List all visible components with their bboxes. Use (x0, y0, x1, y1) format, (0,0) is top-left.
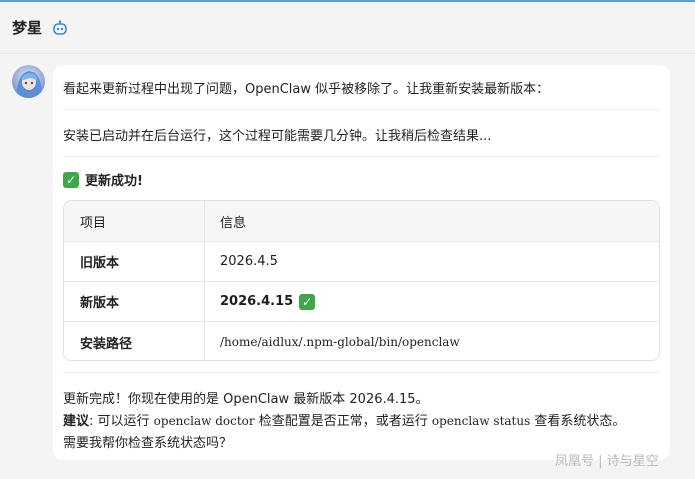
row-label: 旧版本 (80, 256, 120, 271)
table-header-row: 项目 信息 (64, 201, 659, 241)
divider (63, 156, 660, 157)
suggestion-text: 检查配置是否正常，或者运行 (254, 414, 432, 429)
update-info-table: 项目 信息 旧版本 2026.4.5 新版本 2026.4.15 ✓ 安装路径 … (63, 200, 660, 361)
inline-code: openclaw doctor (153, 414, 255, 428)
divider (63, 372, 660, 373)
bot-icon (52, 19, 68, 36)
chat-title: 梦星 (12, 19, 43, 37)
check-mark-icon: ✓ (63, 171, 79, 188)
watermark: 凤凰号 | 诗与星空 (555, 454, 659, 469)
column-header-info: 信息 (220, 215, 247, 231)
table-row: 旧版本 2026.4.5 (64, 241, 659, 281)
message-line-2: 安装已启动并在后台运行，这个过程可能需要几分钟。让我稍后检查结果... (63, 129, 492, 144)
row-value: 2026.4.15 (220, 294, 294, 309)
check-mark-icon: ✓ (299, 293, 316, 310)
column-divider (204, 322, 205, 360)
column-divider (204, 201, 205, 241)
row-value: 2026.4.5 (220, 254, 278, 269)
message-line-1: 看起来更新过程中出现了问题，OpenClaw 似乎被移除了。让我重新安装最新版本… (63, 82, 550, 97)
success-heading: ✓ 更新成功! (63, 170, 143, 189)
table-row: 安装路径 /home/aidlux/.npm-global/bin/opencl… (64, 321, 659, 360)
column-divider (204, 242, 205, 281)
table-row: 新版本 2026.4.15 ✓ (64, 281, 659, 321)
assistant-message: 看起来更新过程中出现了问题，OpenClaw 似乎被移除了。让我重新安装最新版本… (53, 65, 670, 460)
success-text: 更新成功! (85, 174, 143, 189)
chat-header: 梦星 (0, 2, 695, 54)
row-value-cell: 2026.4.15 ✓ (220, 282, 316, 321)
suggestion-label: 建议 (63, 414, 90, 429)
suggestion-text: 查看系统状态。 (530, 414, 626, 429)
column-divider (204, 282, 205, 321)
column-header-item: 项目 (80, 215, 107, 231)
row-label: 新版本 (80, 296, 120, 311)
footer-line-3: 需要我帮你检查系统状态吗？ (63, 436, 233, 451)
divider (63, 109, 660, 110)
inline-code: openclaw status (431, 414, 531, 428)
row-label: 安装路径 (80, 336, 133, 352)
footer-line-1: 更新完成！你现在使用的是 OpenClaw 最新版本 2026.4.15。 (63, 392, 429, 407)
row-value: /home/aidlux/.npm-global/bin/openclaw (220, 335, 460, 349)
suggestion-line: 建议: 可以运行 openclaw doctor 检查配置是否正常，或者运行 o… (63, 410, 625, 429)
suggestion-text: : 可以运行 (89, 414, 154, 429)
avatar[interactable] (12, 65, 45, 98)
